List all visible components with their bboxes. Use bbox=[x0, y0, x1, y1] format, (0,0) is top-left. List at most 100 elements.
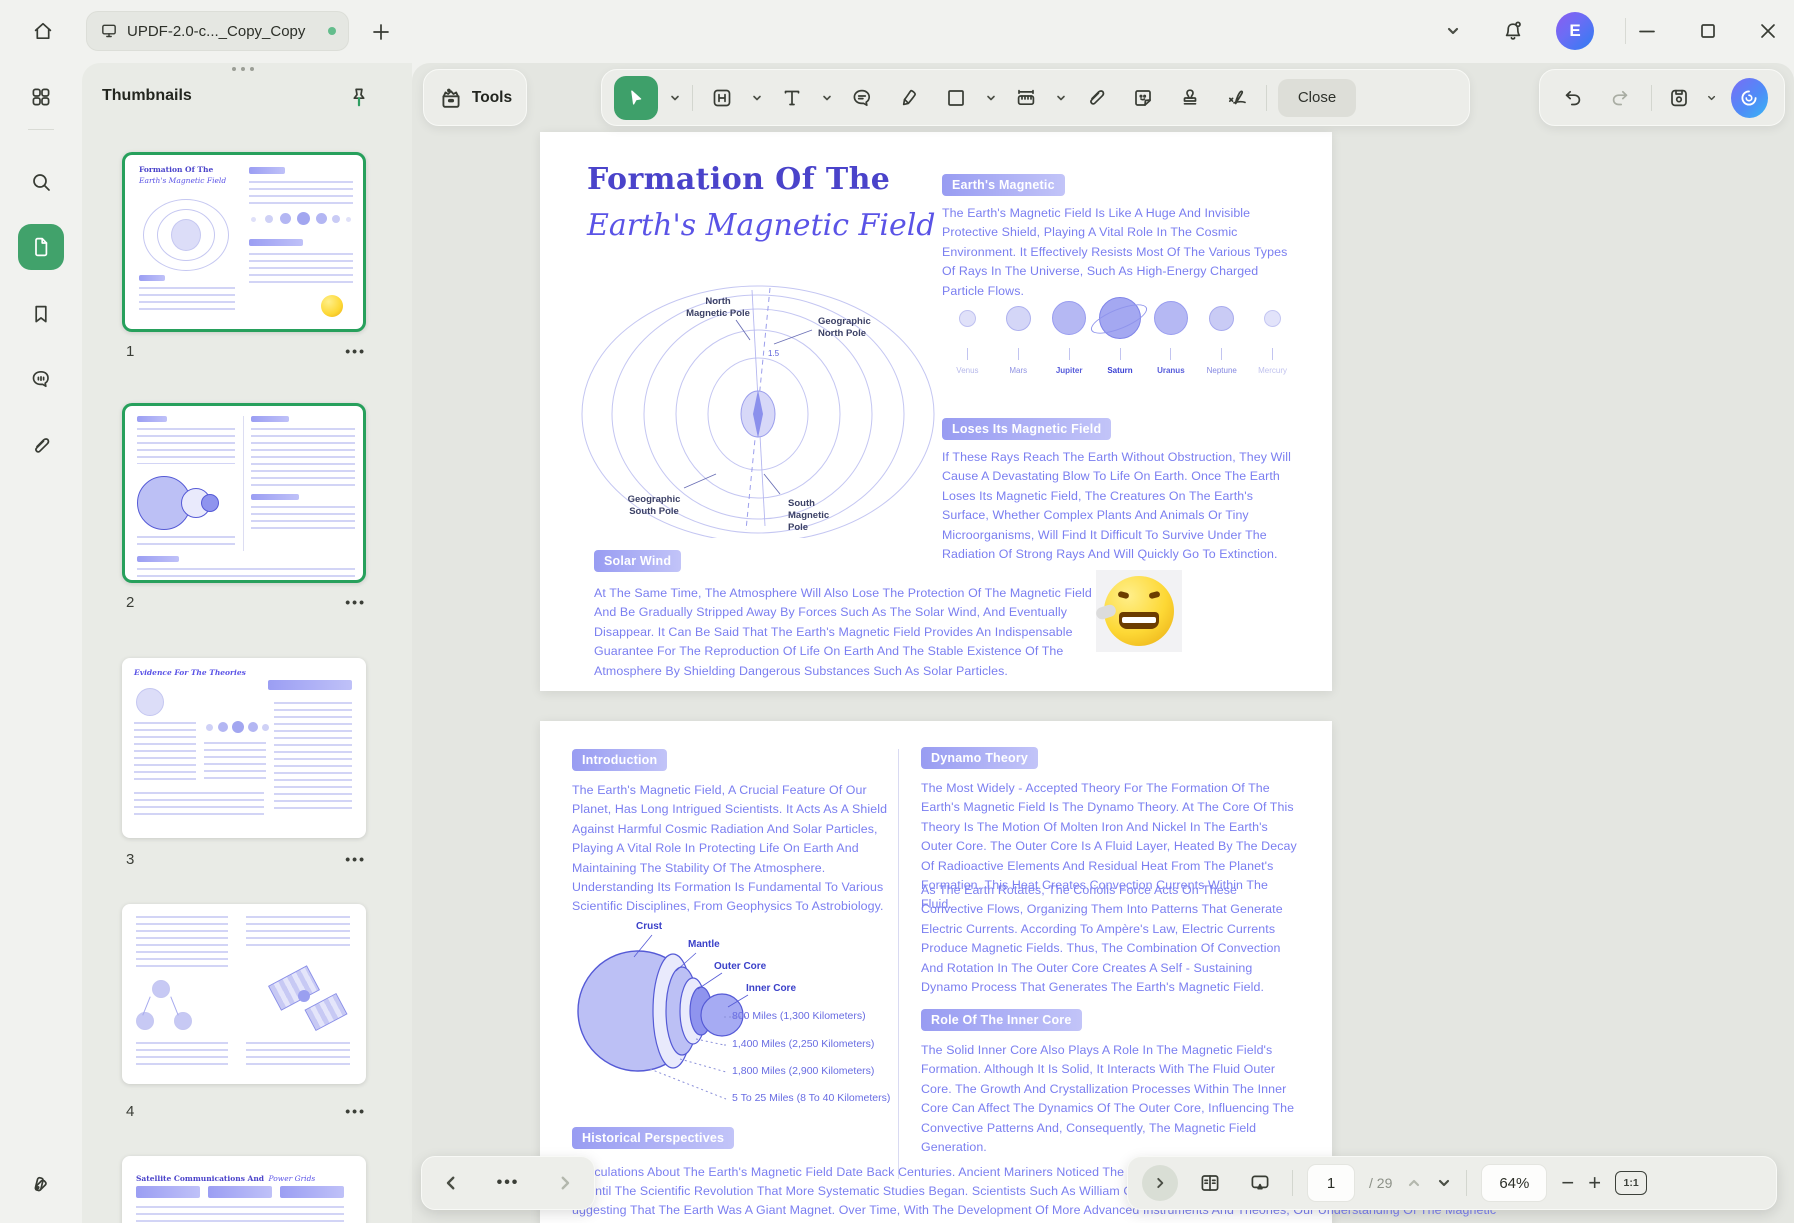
minimize-button[interactable] bbox=[1630, 14, 1664, 48]
page2-inner-core-paragraph: The Solid Inner Core Also Plays A Role I… bbox=[921, 1041, 1299, 1157]
sidebar-item-apps[interactable] bbox=[29, 85, 53, 109]
thumbnail-page-4[interactable] bbox=[122, 904, 366, 1084]
thumbnail-menu-button[interactable]: ••• bbox=[345, 1103, 366, 1119]
sidebar-item-thumbnails[interactable] bbox=[18, 224, 64, 270]
page2-dynamo-paragraph-2: As The Earth Rotates, The Coriolis Force… bbox=[921, 881, 1299, 997]
expand-bar-button[interactable] bbox=[1142, 1165, 1178, 1201]
text-tool-dropdown[interactable] bbox=[821, 92, 833, 104]
section-badge-inner-core: Role Of The Inner Core bbox=[921, 1009, 1082, 1031]
highlighter-icon bbox=[897, 86, 921, 110]
svg-text:Magnetic Pole: Magnetic Pole bbox=[686, 308, 750, 319]
chevron-right-icon bbox=[1153, 1176, 1167, 1190]
editing-toolbar: Close bbox=[601, 69, 1470, 126]
zoom-in-button[interactable]: + bbox=[1588, 1172, 1601, 1194]
thumb1-emoji bbox=[321, 295, 343, 317]
comment-tool-button[interactable] bbox=[844, 78, 880, 118]
sidebar-item-attachments[interactable] bbox=[29, 434, 53, 458]
comment-bubble-icon bbox=[850, 86, 874, 110]
thumbnails-panel: Thumbnails Formation Of The Earth's Magn… bbox=[82, 63, 412, 1223]
save-icon bbox=[1667, 86, 1691, 110]
actual-size-button[interactable]: 1:1 bbox=[1615, 1171, 1647, 1195]
select-tool-button-active[interactable] bbox=[614, 76, 658, 120]
attachment-tool-button[interactable] bbox=[1078, 78, 1114, 118]
cursor-icon bbox=[625, 87, 647, 109]
section-badge-dynamo-theory: Dynamo Theory bbox=[921, 747, 1038, 769]
shape-tool-button[interactable] bbox=[938, 78, 974, 118]
palette-icon bbox=[29, 1171, 53, 1195]
close-window-button[interactable] bbox=[1751, 14, 1785, 48]
thumbnail-2-label-row: 2 ••• bbox=[126, 592, 366, 612]
page-number: 1 bbox=[126, 343, 134, 360]
save-button[interactable] bbox=[1666, 78, 1692, 118]
measure-tool-dropdown[interactable] bbox=[1055, 92, 1067, 104]
history-save-toolbar bbox=[1539, 69, 1785, 126]
thumbnail-page-2[interactable] bbox=[122, 403, 366, 583]
maximize-button[interactable] bbox=[1691, 14, 1725, 48]
document-canvas[interactable]: Formation Of The Earth's Magnetic Field … bbox=[412, 63, 1794, 1223]
document-tab[interactable]: UPDF-2.0-c..._Copy_Copy bbox=[86, 11, 349, 51]
home-button[interactable] bbox=[22, 10, 64, 52]
page-number: 4 bbox=[126, 1103, 134, 1120]
next-page-button-disabled[interactable] bbox=[556, 1174, 574, 1192]
select-tool-dropdown[interactable] bbox=[669, 92, 681, 104]
undo-button[interactable] bbox=[1556, 78, 1589, 118]
collapse-button[interactable] bbox=[1436, 14, 1470, 48]
notifications-button[interactable] bbox=[1496, 14, 1530, 48]
next-page-chevron[interactable] bbox=[1436, 1175, 1452, 1191]
text-tool-button[interactable] bbox=[774, 78, 810, 118]
tools-label: Tools bbox=[472, 89, 512, 107]
tools-button[interactable]: Tools bbox=[423, 69, 527, 126]
sidebar-item-comments[interactable] bbox=[29, 367, 53, 391]
search-icon bbox=[29, 170, 53, 194]
highlighter-tool-button[interactable] bbox=[891, 78, 927, 118]
toolbar-divider bbox=[1266, 85, 1267, 111]
sticker-tool-button[interactable] bbox=[1125, 78, 1161, 118]
thumbnail-menu-button[interactable]: ••• bbox=[345, 594, 366, 610]
measure-tool-button[interactable] bbox=[1008, 78, 1044, 118]
minimize-icon bbox=[1635, 19, 1659, 43]
save-dropdown[interactable] bbox=[1706, 92, 1717, 104]
thumb5-title-part2: Power Grids bbox=[269, 1174, 316, 1183]
magnetic-field-figure: North Magnetic Pole Geographic North Pol… bbox=[566, 278, 938, 538]
previous-page-button[interactable] bbox=[442, 1174, 460, 1192]
square-shape-icon bbox=[944, 86, 968, 110]
heading-tool-dropdown[interactable] bbox=[751, 92, 763, 104]
thumbnail-3-label-row: 3 ••• bbox=[126, 849, 366, 869]
section-badge-introduction: Introduction bbox=[572, 749, 667, 771]
thumbnail-menu-button[interactable]: ••• bbox=[345, 343, 366, 359]
panel-drag-handle[interactable] bbox=[232, 67, 254, 71]
close-toolbar-button[interactable]: Close bbox=[1278, 79, 1356, 117]
layer-label-mantle: Mantle bbox=[688, 939, 720, 950]
thumbnail-page-3[interactable]: Evidence For The Theories bbox=[122, 658, 366, 838]
bell-icon bbox=[1501, 19, 1525, 43]
chevron-down-icon bbox=[1445, 23, 1461, 39]
paperclip-icon bbox=[29, 434, 53, 458]
zoom-level-input[interactable]: 64% bbox=[1481, 1164, 1547, 1202]
thumbnail-page-1[interactable]: Formation Of The Earth's Magnetic Field bbox=[122, 152, 366, 332]
ai-assistant-button[interactable] bbox=[1731, 78, 1768, 118]
new-tab-button[interactable] bbox=[366, 17, 396, 47]
signature-tool-button[interactable] bbox=[1219, 78, 1255, 118]
pin-panel-button[interactable] bbox=[344, 83, 374, 113]
emoji-image bbox=[1096, 570, 1182, 652]
bookmark-icon bbox=[29, 302, 53, 326]
smiley-face-graphic bbox=[1104, 576, 1174, 646]
zoom-out-button[interactable]: − bbox=[1561, 1172, 1574, 1194]
toolbar-divider bbox=[1651, 85, 1652, 111]
thumbnail-menu-button[interactable]: ••• bbox=[345, 851, 366, 867]
sidebar-item-swatches[interactable] bbox=[29, 1171, 53, 1195]
page-number-input[interactable]: 1 bbox=[1307, 1164, 1355, 1202]
user-avatar[interactable]: E bbox=[1556, 12, 1594, 50]
presentation-mode-button[interactable] bbox=[1242, 1163, 1278, 1203]
page-number: 2 bbox=[126, 594, 134, 611]
previous-page-chevron-disabled[interactable] bbox=[1406, 1175, 1422, 1191]
sidebar-item-bookmarks[interactable] bbox=[29, 302, 53, 326]
more-pages-button[interactable]: ••• bbox=[497, 1174, 520, 1192]
page-layout-button[interactable] bbox=[1192, 1163, 1228, 1203]
redo-button[interactable] bbox=[1603, 78, 1636, 118]
stamp-tool-button[interactable] bbox=[1172, 78, 1208, 118]
heading-tool-button[interactable] bbox=[704, 78, 740, 118]
thumbnail-page-5[interactable]: Satellite Communications And Power Grids bbox=[122, 1156, 366, 1223]
sidebar-item-search[interactable] bbox=[29, 170, 53, 194]
shape-tool-dropdown[interactable] bbox=[985, 92, 997, 104]
